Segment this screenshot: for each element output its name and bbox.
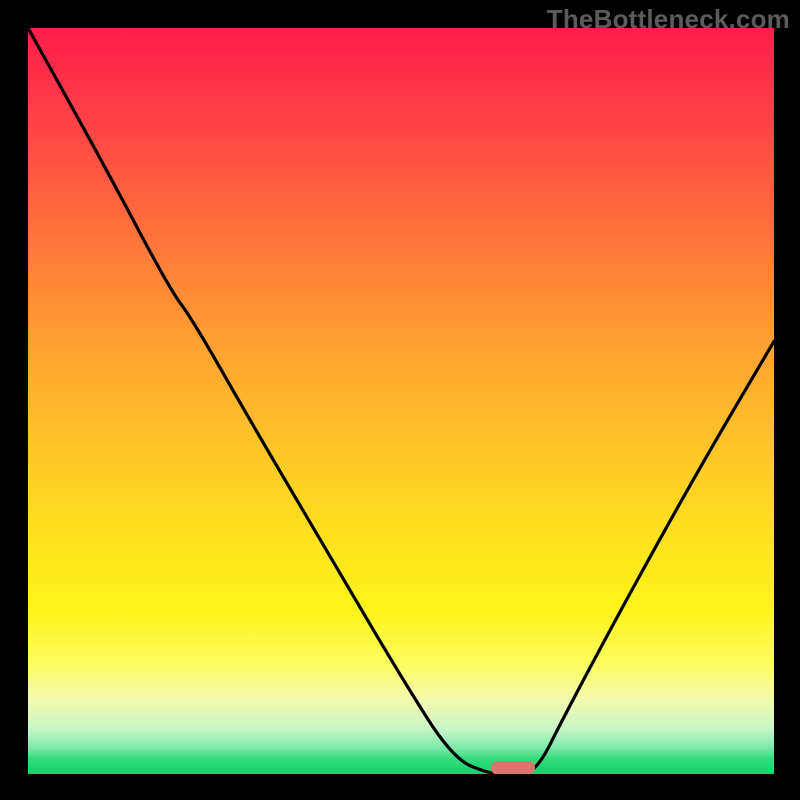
plot-area [28, 28, 774, 774]
optimal-range-marker [491, 761, 536, 774]
watermark-text: TheBottleneck.com [547, 4, 790, 35]
bottleneck-curve [28, 28, 774, 774]
chart-frame: TheBottleneck.com [0, 0, 800, 800]
